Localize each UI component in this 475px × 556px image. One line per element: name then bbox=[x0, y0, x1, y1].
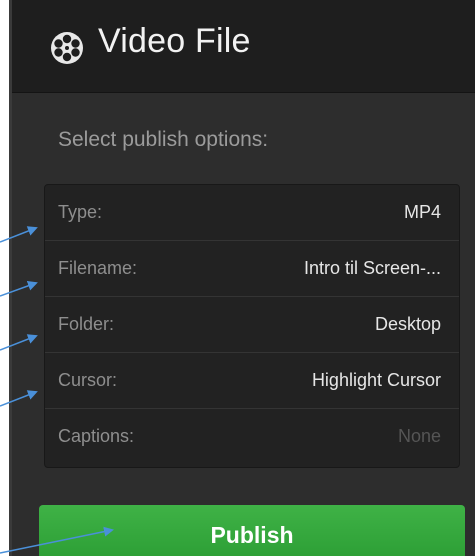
publish-options-list: Type: MP4 Filename: Intro til Screen-...… bbox=[44, 184, 460, 468]
option-value: Desktop bbox=[374, 314, 441, 334]
option-row-type[interactable]: Type: MP4 bbox=[45, 185, 459, 241]
option-value: Highlight Cursor bbox=[311, 370, 441, 390]
options-instruction: Select publish options: bbox=[58, 128, 269, 151]
option-row-captions[interactable]: Captions: None bbox=[45, 409, 459, 465]
option-row-filename[interactable]: Filename: Intro til Screen-... bbox=[45, 241, 459, 297]
option-label: Filename: bbox=[58, 258, 138, 278]
option-label: Folder: bbox=[58, 314, 115, 334]
option-value: None bbox=[397, 426, 441, 446]
publish-button[interactable]: Publish bbox=[39, 505, 465, 556]
option-value: Intro til Screen-... bbox=[303, 258, 441, 278]
option-label: Cursor: bbox=[58, 370, 118, 390]
panel-header: Video File bbox=[12, 0, 475, 93]
option-value: MP4 bbox=[403, 202, 441, 222]
film-reel-icon bbox=[51, 32, 83, 64]
option-label: Captions: bbox=[58, 426, 135, 446]
screenshot-stage: Video File Select publish options: Type:… bbox=[0, 0, 475, 556]
option-label: Type: bbox=[58, 202, 103, 222]
publish-panel: Video File Select publish options: Type:… bbox=[12, 0, 475, 556]
publish-button-label: Publish bbox=[210, 522, 294, 548]
option-row-cursor[interactable]: Cursor: Highlight Cursor bbox=[45, 353, 459, 409]
window-edge bbox=[0, 0, 12, 556]
option-row-folder[interactable]: Folder: Desktop bbox=[45, 297, 459, 353]
panel-title: Video File bbox=[98, 22, 251, 60]
